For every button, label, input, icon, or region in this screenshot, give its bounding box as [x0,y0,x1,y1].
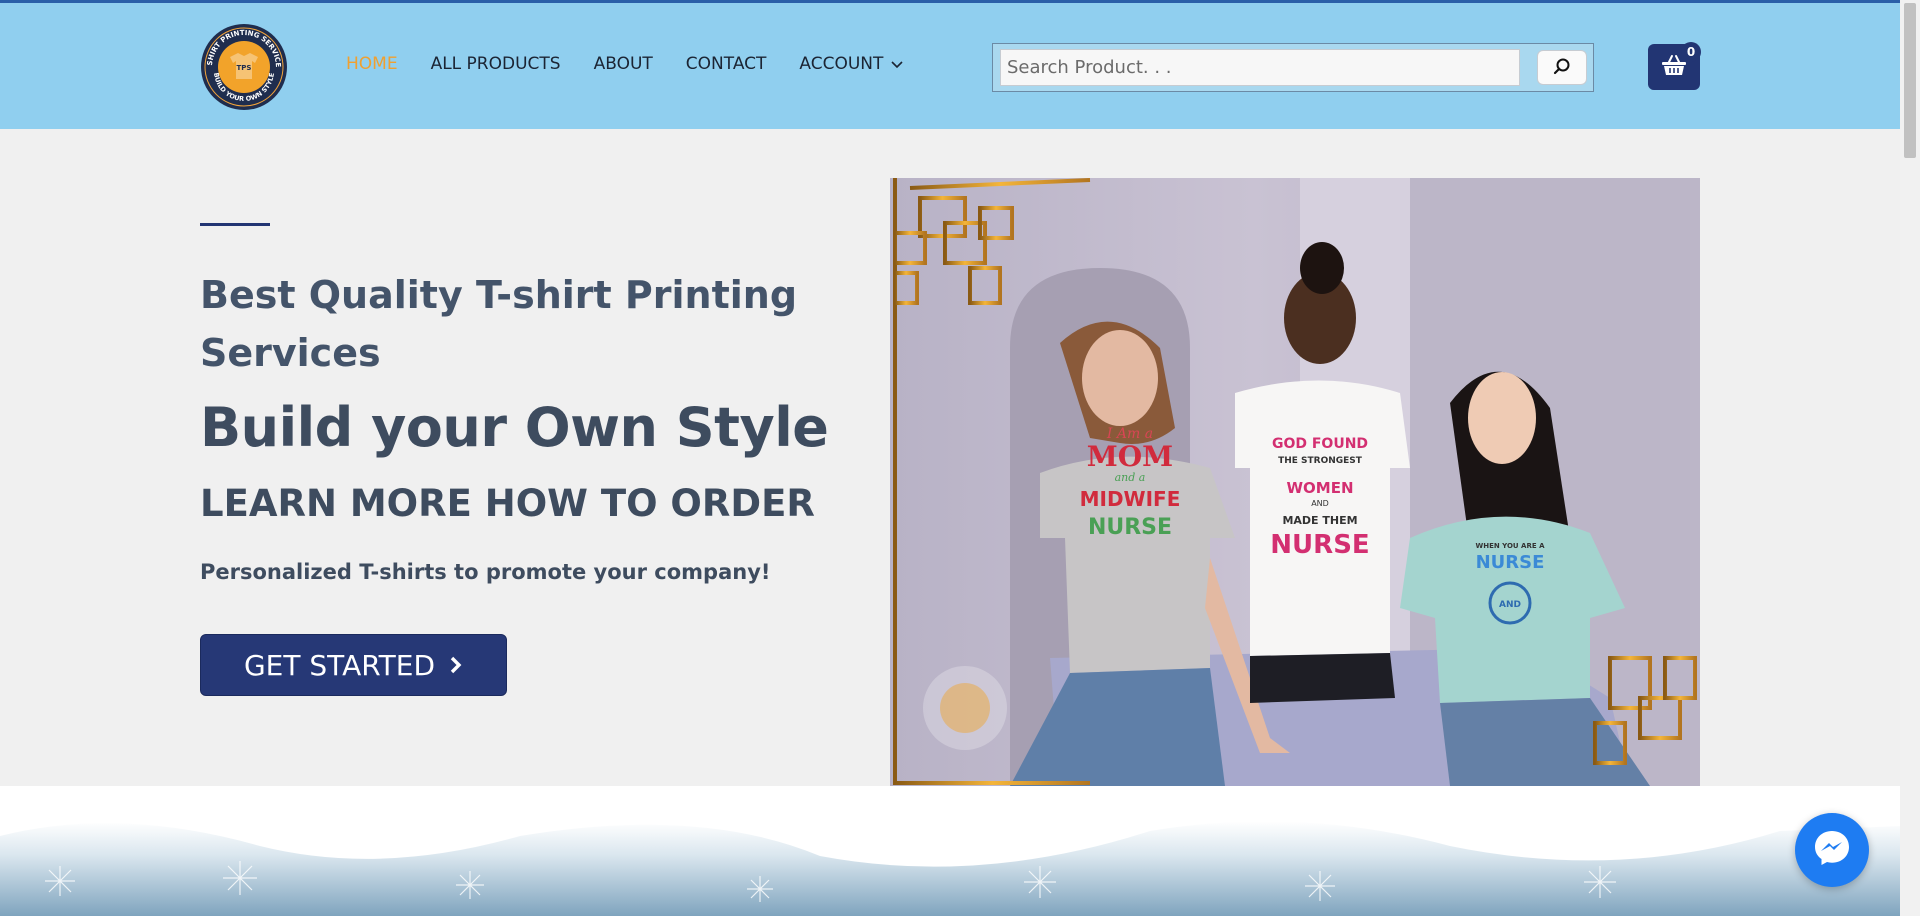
chevron-right-icon [449,649,463,682]
messenger-icon [1812,828,1852,872]
messenger-chat-button[interactable] [1795,813,1869,887]
shirt-right-line3: AND [1499,600,1521,610]
site-logo[interactable]: T-SHIRT PRINTING SERVICES BUILD YOUR OWN… [197,17,288,111]
logo-center-text: TPS [237,64,252,72]
hero-title: Build your Own Style [200,396,829,459]
shirt-right-line1: WHEN YOU ARE A [1476,542,1546,550]
shirt-left-line3: and a [1115,471,1146,484]
shirt-middle-line4: AND [1311,499,1329,508]
search-button[interactable] [1537,50,1587,85]
page-scrollbar[interactable] [1900,0,1920,916]
shirt-middle-line6: NURSE [1270,530,1369,560]
nav-item-account-label: ACCOUNT [799,54,884,74]
nav-item-about[interactable]: ABOUT [594,54,653,74]
get-started-button[interactable]: GET STARTED [200,634,507,696]
shirt-middle-line1: GOD FOUND [1272,436,1368,452]
snowflake-banner [0,821,1900,916]
shirt-left-line5: NURSE [1088,515,1172,540]
shirt-right-line2: NURSE [1476,552,1545,573]
site-header: T-SHIRT PRINTING SERVICES BUILD YOUR OWN… [0,3,1900,129]
shirt-middle-line5: MADE THEM [1282,514,1357,527]
scrollbar-thumb[interactable] [1904,3,1916,158]
search-input[interactable] [1000,49,1520,86]
nav-item-home[interactable]: HOME [346,54,398,74]
shirt-middle-line3: WOMEN [1286,479,1353,497]
hero-learn-more[interactable]: LEARN MORE HOW TO ORDER [200,482,815,525]
cart-count-badge: 0 [1681,42,1701,62]
hero-description: Personalized T-shirts to promote your co… [200,560,771,584]
search-icon [1553,57,1571,79]
hero-subtitle: Best Quality T-shirt Printing Services [200,273,798,375]
main-nav: HOME ALL PRODUCTS ABOUT CONTACT ACCOUNT [346,54,936,74]
get-started-label: GET STARTED [243,648,436,682]
hero-image: I Am a MOM and a MIDWIFE NURSE GOD FOUND… [890,178,1700,786]
nav-item-contact[interactable]: CONTACT [686,54,767,74]
chevron-down-icon [891,54,903,74]
shirt-left-line4: MIDWIFE [1080,487,1181,511]
shirt-left-line2: MOM [1087,440,1173,473]
search-form [992,43,1594,92]
lower-section [0,786,1900,916]
nav-item-all-products[interactable]: ALL PRODUCTS [431,54,561,74]
hero-accent-bar [200,223,270,226]
shirt-middle-line2: THE STRONGEST [1278,456,1363,466]
nav-item-account[interactable]: ACCOUNT [799,54,903,74]
